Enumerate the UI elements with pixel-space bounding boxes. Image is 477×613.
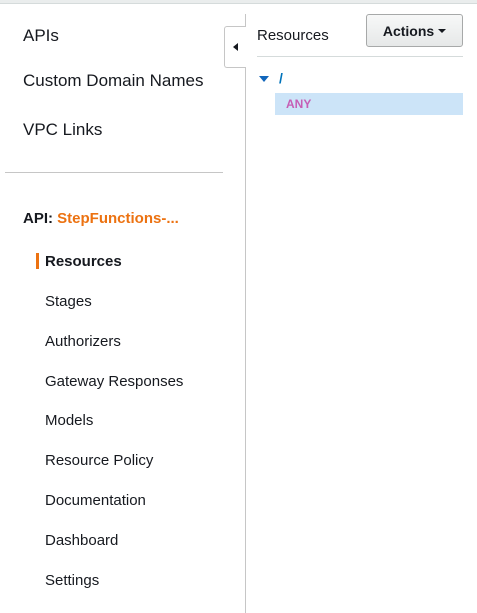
resources-title: Resources [257, 27, 329, 44]
resources-divider [257, 56, 463, 57]
api-header: API: StepFunctions-... [23, 210, 179, 227]
nav-divider [5, 172, 223, 173]
nav-item-gateway-responses[interactable]: Gateway Responses [45, 373, 183, 390]
active-indicator [36, 253, 39, 269]
collapse-left-icon [233, 43, 238, 51]
api-name-link[interactable]: StepFunctions-... [57, 210, 179, 227]
panel-splitter[interactable] [245, 14, 246, 613]
method-any: ANY [286, 97, 312, 111]
actions-label: Actions [382, 22, 435, 39]
nav-item-settings[interactable]: Settings [45, 572, 99, 589]
tree-method-row[interactable]: ANY [275, 93, 463, 115]
nav-item-dashboard[interactable]: Dashboard [45, 532, 118, 549]
nav-item-documentation[interactable]: Documentation [45, 492, 146, 509]
collapse-nav-button[interactable] [224, 26, 246, 68]
nav-link-vpc-links[interactable]: VPC Links [23, 120, 102, 140]
nav-item-stages[interactable]: Stages [45, 293, 92, 310]
tree-expand-icon[interactable] [259, 76, 269, 82]
nav-item-authorizers[interactable]: Authorizers [45, 333, 121, 350]
nav-item-resources[interactable]: Resources [45, 253, 122, 270]
nav-item-models[interactable]: Models [45, 412, 93, 429]
actions-dropdown-button[interactable]: Actions [366, 14, 463, 47]
left-navigation: APIs Custom Domain Names VPC Links API: … [0, 4, 245, 613]
api-label: API: [23, 210, 53, 227]
chevron-down-icon [438, 28, 447, 33]
nav-link-apis[interactable]: APIs [23, 26, 59, 46]
nav-item-resource-policy[interactable]: Resource Policy [45, 452, 153, 469]
nav-link-custom-domain-names[interactable]: Custom Domain Names [23, 71, 203, 91]
tree-root-resource[interactable]: / [279, 70, 283, 86]
